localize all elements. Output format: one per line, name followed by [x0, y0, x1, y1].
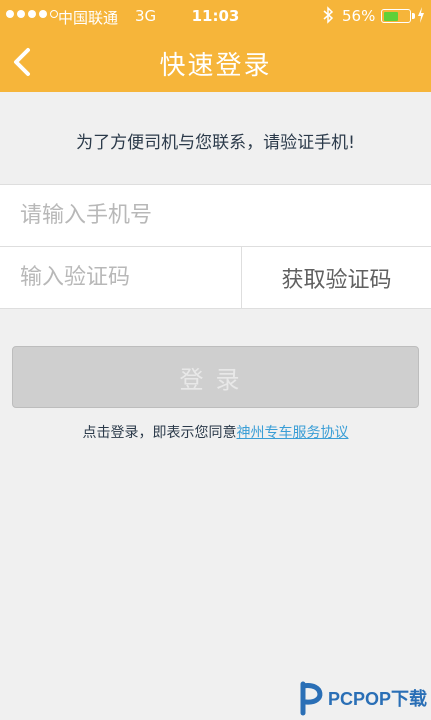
battery-level-fill: [383, 11, 398, 21]
header-bar: 中国联通 3G 11:03 56% 快速登录: [0, 0, 431, 92]
verify-notice: 为了方便司机与您联系，请验证手机!: [76, 133, 355, 153]
page-title: 快速登录: [159, 51, 272, 81]
get-code-button[interactable]: 获取验证码: [242, 247, 431, 308]
login-button[interactable]: 登录: [12, 346, 419, 408]
code-row: 获取验证码: [0, 247, 431, 309]
battery-percent: 56%: [342, 7, 376, 25]
status-bar: 中国联通 3G 11:03 56%: [0, 0, 431, 32]
watermark-text: PCPOP下载: [328, 689, 428, 709]
phone-input[interactable]: [0, 185, 431, 246]
agreement-text: 点击登录，即表示您同意神州专车服务协议: [0, 422, 431, 442]
verification-code-input[interactable]: [0, 247, 242, 308]
charging-icon: [417, 6, 425, 28]
agreement-prefix: 点击登录，即表示您同意: [82, 425, 237, 441]
bluetooth-icon: [322, 6, 334, 28]
battery-icon: [381, 9, 411, 23]
pcpop-logo-icon: [300, 681, 323, 716]
battery-tip: [412, 13, 415, 19]
phone-row: [0, 185, 431, 247]
watermark: PCPOP下载: [298, 680, 430, 718]
login-form: 获取验证码: [0, 184, 431, 309]
service-agreement-link[interactable]: 神州专车服务协议: [237, 425, 349, 441]
